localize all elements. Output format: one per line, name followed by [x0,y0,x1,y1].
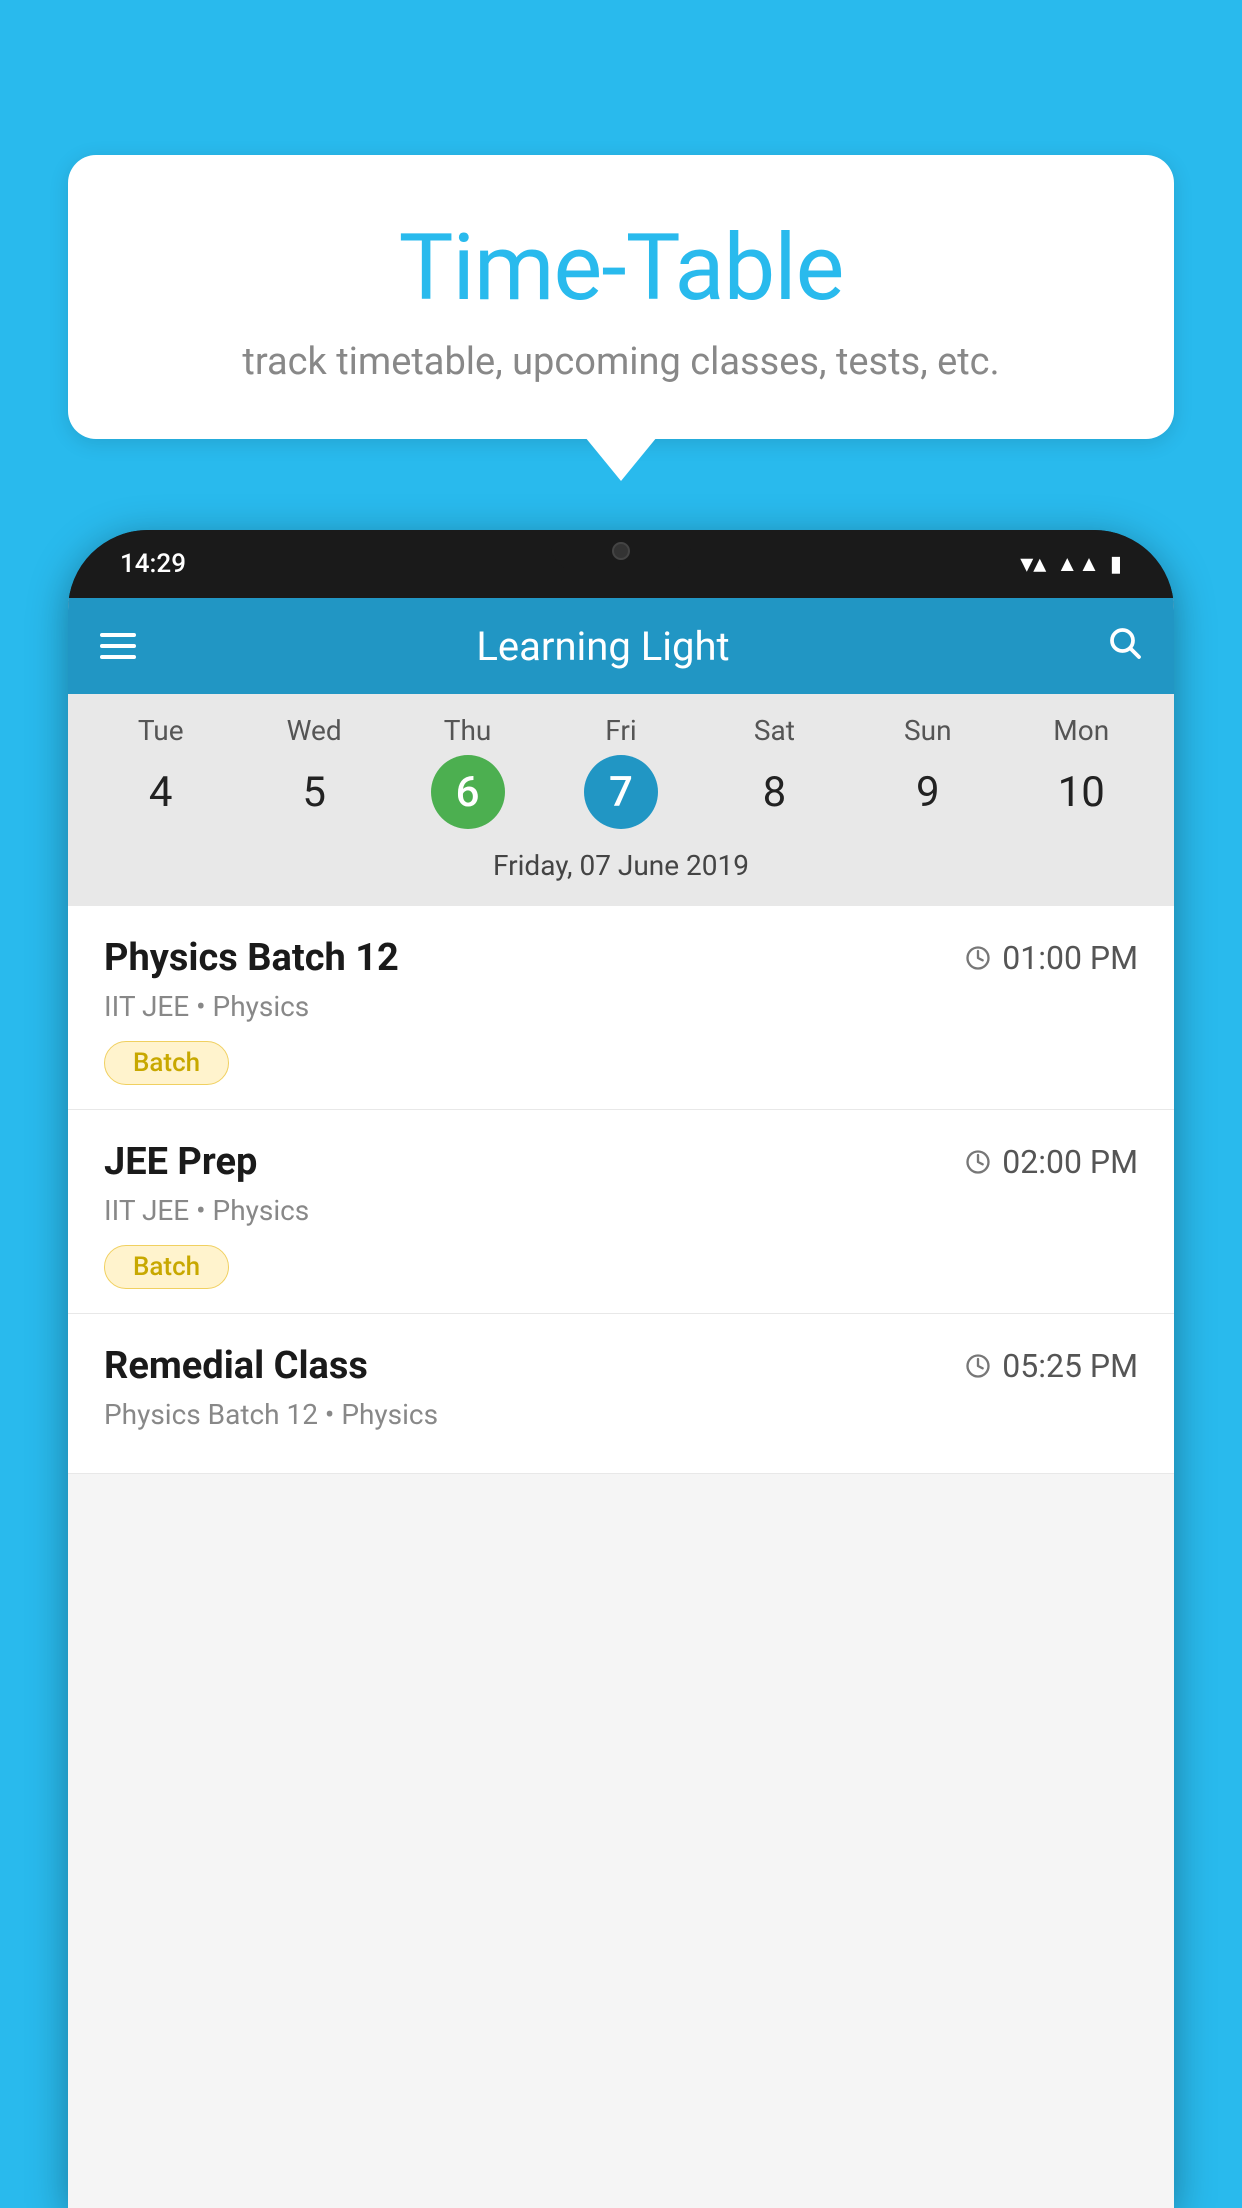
app-title: Learning Light [136,623,1070,670]
schedule-item-2[interactable]: Remedial Class 05:25 PM Physics Batch 12… [68,1314,1174,1474]
schedule-list: Physics Batch 12 01:00 PM IIT JEE • Phys… [68,906,1174,1474]
hamburger-line-1 [100,633,136,637]
schedule-title: Remedial Class [104,1344,368,1388]
app-content: Learning Light Tue4Wed5Thu6Fri7Sat8Sun9M… [68,598,1174,2208]
camera [612,542,630,560]
signal-icon: ▲▲ [1056,551,1100,577]
day-number[interactable]: 5 [277,755,351,829]
calendar-strip: Tue 4 Wed 5 Thu 6 Fri 7 Sat 8 Sun 9 Mon 10 Friday, 07… [68,694,1174,906]
day-col-tue[interactable]: Tue 4 [96,714,226,829]
day-name: Tue [138,714,184,747]
schedule-meta: IIT JEE • Physics [104,1194,1138,1227]
wifi-icon: ▾▴ [1020,549,1046,579]
batch-badge: Batch [104,1245,229,1289]
hamburger-line-3 [100,655,136,659]
schedule-title: Physics Batch 12 [104,936,399,980]
schedule-time: 02:00 PM [964,1143,1138,1181]
day-col-fri[interactable]: Fri 7 [556,714,686,829]
hamburger-menu-button[interactable] [100,633,136,659]
day-number[interactable]: 6 [431,755,505,829]
day-col-wed[interactable]: Wed 5 [249,714,379,829]
bubble-title: Time-Table [118,215,1124,322]
schedule-item-header: Physics Batch 12 01:00 PM [104,936,1138,980]
day-number[interactable]: 7 [584,755,658,829]
day-name: Wed [287,714,342,747]
status-time: 14:29 [120,549,186,579]
schedule-title: JEE Prep [104,1140,257,1184]
notch [551,530,691,572]
batch-badge: Batch [104,1041,229,1085]
clock-icon [964,1148,992,1176]
clock-icon [964,944,992,972]
schedule-item-header: Remedial Class 05:25 PM [104,1344,1138,1388]
days-row: Tue 4 Wed 5 Thu 6 Fri 7 Sat 8 Sun 9 Mon 10 [68,714,1174,829]
phone-frame: 14:29 ▾▴ ▲▲ ▮ Learning Light [68,530,1174,2208]
hamburger-line-2 [100,644,136,648]
day-name: Sun [904,714,952,747]
schedule-meta: IIT JEE • Physics [104,990,1138,1023]
schedule-meta: Physics Batch 12 • Physics [104,1398,1138,1431]
day-number[interactable]: 9 [891,755,965,829]
day-name: Thu [444,714,492,747]
day-col-thu[interactable]: Thu 6 [403,714,533,829]
clock-icon [964,1352,992,1380]
selected-date-label: Friday, 07 June 2019 [68,839,1174,898]
bubble-subtitle: track timetable, upcoming classes, tests… [118,340,1124,384]
search-icon[interactable] [1106,624,1142,669]
day-col-sat[interactable]: Sat 8 [709,714,839,829]
day-col-sun[interactable]: Sun 9 [863,714,993,829]
day-number[interactable]: 8 [737,755,811,829]
status-bar: 14:29 ▾▴ ▲▲ ▮ [68,530,1174,598]
speech-bubble: Time-Table track timetable, upcoming cla… [68,155,1174,439]
day-name: Fri [605,714,636,747]
day-number[interactable]: 4 [124,755,198,829]
day-name: Sat [754,714,795,747]
schedule-item-1[interactable]: JEE Prep 02:00 PM IIT JEE • Physics Batc… [68,1110,1174,1314]
app-header: Learning Light [68,598,1174,694]
schedule-item-0[interactable]: Physics Batch 12 01:00 PM IIT JEE • Phys… [68,906,1174,1110]
day-col-mon[interactable]: Mon 10 [1016,714,1146,829]
schedule-time: 01:00 PM [964,939,1138,977]
day-name: Mon [1053,714,1109,747]
schedule-time: 05:25 PM [964,1347,1138,1385]
schedule-item-header: JEE Prep 02:00 PM [104,1140,1138,1184]
status-icons: ▾▴ ▲▲ ▮ [1020,549,1122,579]
day-number[interactable]: 10 [1044,755,1118,829]
battery-icon: ▮ [1110,552,1122,577]
